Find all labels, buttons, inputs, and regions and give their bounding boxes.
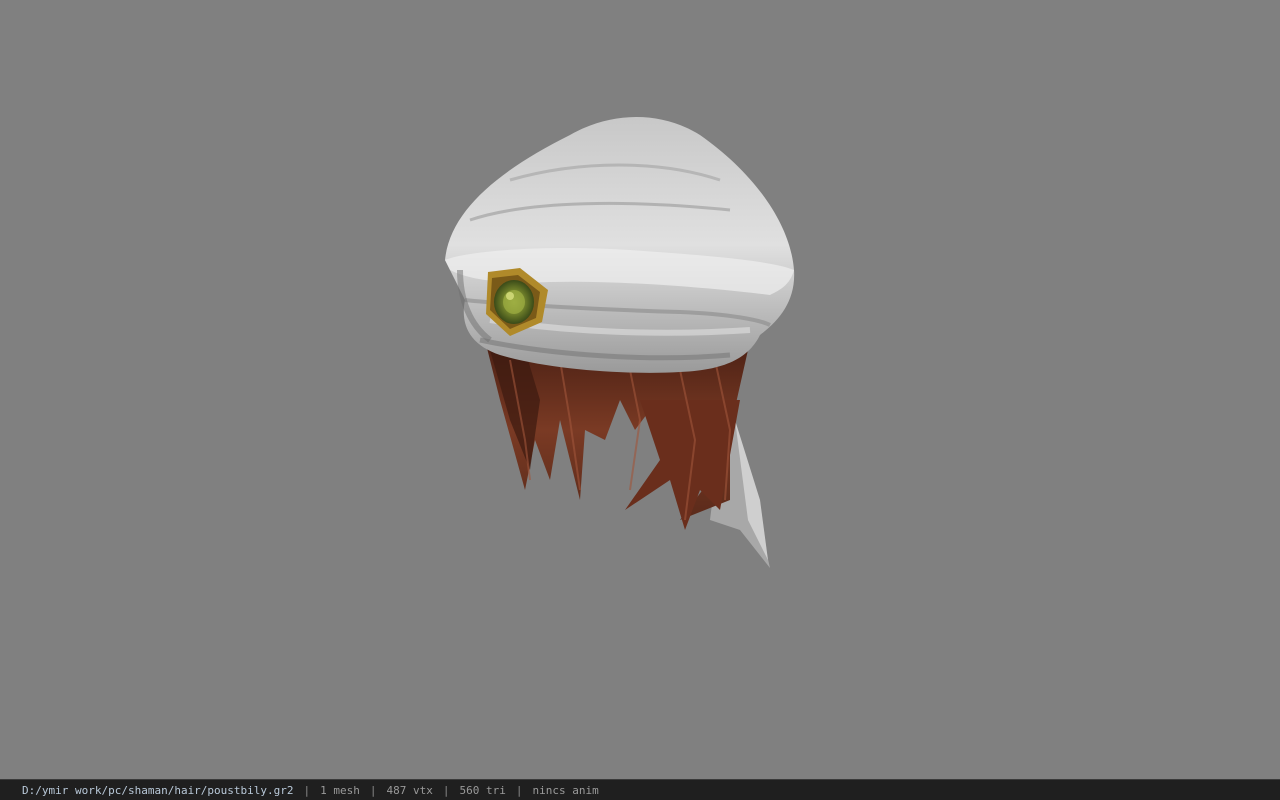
animation-status: nincs anim xyxy=(532,783,599,797)
status-bar: D:/ymir work/pc/shaman/hair/poustbily.gr… xyxy=(0,779,1280,800)
separator: | xyxy=(442,783,450,797)
separator: | xyxy=(515,783,523,797)
triangle-count: 560 tri xyxy=(459,783,506,797)
separator: | xyxy=(369,783,377,797)
separator: | xyxy=(303,783,311,797)
hair-model xyxy=(445,116,795,568)
3d-viewport[interactable] xyxy=(0,0,1280,779)
turban xyxy=(445,116,795,373)
mesh-count: 1 mesh xyxy=(320,783,360,797)
file-path: D:/ymir work/pc/shaman/hair/poustbily.gr… xyxy=(22,783,294,797)
vertex-count: 487 vtx xyxy=(386,783,433,797)
